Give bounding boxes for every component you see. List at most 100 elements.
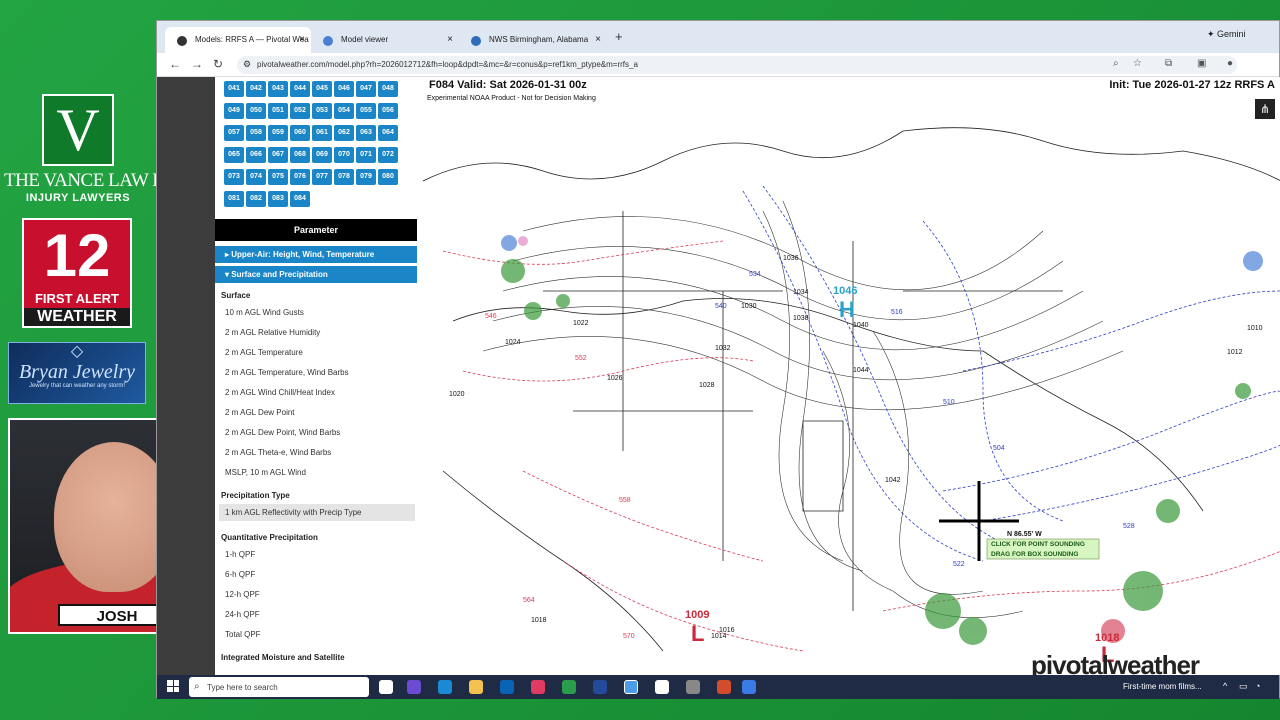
param-item[interactable]: 2 m AGL Theta-e, Wind Barbs [225, 448, 331, 457]
edge-icon[interactable] [438, 680, 452, 694]
forecast-hour-button[interactable]: 048 [378, 81, 398, 97]
param-item[interactable]: 2 m AGL Relative Humidity [225, 328, 320, 337]
forecast-hour-button[interactable]: 055 [356, 103, 376, 119]
forecast-hour-button[interactable]: 050 [246, 103, 266, 119]
forward-icon[interactable]: → [191, 57, 203, 71]
forecast-hour-button[interactable]: 082 [246, 191, 266, 207]
chrome-icon[interactable] [624, 680, 638, 694]
forecast-hour-button[interactable]: 053 [312, 103, 332, 119]
file-explorer-icon[interactable] [469, 680, 483, 694]
forecast-hour-button[interactable]: 064 [378, 125, 398, 141]
zoom-icon[interactable]: ⌕ [1113, 58, 1119, 69]
taskbar-search[interactable]: ⌕ Type here to search [189, 677, 369, 697]
forecast-hour-button[interactable]: 052 [290, 103, 310, 119]
forecast-hour-button[interactable]: 080 [378, 169, 398, 185]
param-item[interactable]: 1-h QPF [225, 550, 255, 559]
param-item[interactable]: 6-h QPF [225, 570, 255, 579]
site-info-icon[interactable]: ⚙ [243, 59, 251, 70]
task-view-icon[interactable] [379, 680, 393, 694]
param-item[interactable]: 2 m AGL Dew Point, Wind Barbs [225, 428, 340, 437]
forecast-hour-button[interactable]: 069 [312, 147, 332, 163]
param-item[interactable]: 2 m AGL Dew Point [225, 408, 295, 417]
forecast-hour-button[interactable]: 059 [268, 125, 288, 141]
tray-chevron-icon[interactable]: ^ [1223, 681, 1227, 691]
forecast-hour-button[interactable]: 046 [334, 81, 354, 97]
app-icon[interactable] [742, 680, 756, 694]
forecast-hour-button[interactable]: 042 [246, 81, 266, 97]
param-item-selected[interactable]: 1 km AGL Reflectivity with Precip Type [219, 504, 415, 521]
forecast-hour-button[interactable]: 054 [334, 103, 354, 119]
forecast-hour-button[interactable]: 056 [378, 103, 398, 119]
category-surface-precip[interactable]: ▾ Surface and Precipitation [215, 265, 417, 283]
tab-model-viewer[interactable]: Model viewer × [311, 27, 459, 53]
settings-icon[interactable] [686, 680, 700, 694]
extensions-icon[interactable]: ⧉ [1165, 58, 1172, 69]
forecast-hour-button[interactable]: 047 [356, 81, 376, 97]
forecast-hour-grid: 041 042 043 044 045 046 047 048049 050 051 052 053 0… [223, 77, 417, 209]
param-item[interactable]: 2 m AGL Wind Chill/Heat Index [225, 388, 335, 397]
forecast-hour-button[interactable]: 076 [290, 169, 310, 185]
share-icon[interactable]: ⋔ [1255, 99, 1275, 119]
param-item[interactable]: 2 m AGL Temperature, Wind Barbs [225, 368, 349, 377]
forecast-hour-button[interactable]: 074 [246, 169, 266, 185]
forecast-hour-button[interactable]: 081 [224, 191, 244, 207]
close-icon[interactable]: × [595, 34, 601, 45]
new-tab-button[interactable]: + [615, 29, 623, 44]
forecast-hour-button[interactable]: 078 [334, 169, 354, 185]
outlook-icon[interactable] [500, 680, 514, 694]
forecast-hour-button[interactable]: 072 [378, 147, 398, 163]
back-icon[interactable]: ← [169, 57, 181, 71]
param-item[interactable]: 24-h QPF [225, 610, 260, 619]
map-canvas[interactable] [423, 91, 1280, 675]
forecast-hour-button[interactable]: 070 [334, 147, 354, 163]
forecast-hour-button[interactable]: 065 [224, 147, 244, 163]
forecast-hour-button[interactable]: 079 [356, 169, 376, 185]
forecast-hour-button[interactable]: 060 [290, 125, 310, 141]
app-icon[interactable] [593, 680, 607, 694]
forecast-hour-button[interactable]: 066 [246, 147, 266, 163]
forecast-hour-button[interactable]: 043 [268, 81, 288, 97]
tab-models[interactable]: Models: RRFS A — Pivotal Wea × [165, 27, 311, 53]
gemini-button[interactable]: ✦ Gemini [1207, 29, 1246, 40]
param-item[interactable]: 10 m AGL Wind Gusts [225, 308, 304, 317]
weather-map[interactable]: F084 Valid: Sat 2026-01-31 00z Init: Tue… [423, 77, 1280, 678]
forecast-hour-button[interactable]: 084 [290, 191, 310, 207]
close-icon[interactable]: × [299, 34, 305, 45]
app-icon[interactable] [562, 680, 576, 694]
forecast-hour-button[interactable]: 083 [268, 191, 288, 207]
close-icon[interactable]: × [447, 34, 453, 45]
param-item[interactable]: 12-h QPF [225, 590, 260, 599]
profile-avatar-icon[interactable]: ● [1227, 58, 1233, 69]
forecast-hour-button[interactable]: 041 [224, 81, 244, 97]
forecast-hour-button[interactable]: 057 [224, 125, 244, 141]
notification-text[interactable]: First-time mom films... [1123, 682, 1202, 691]
split-view-icon[interactable]: ▣ [1197, 58, 1206, 69]
forecast-hour-button[interactable]: 051 [268, 103, 288, 119]
forecast-hour-button[interactable]: 044 [290, 81, 310, 97]
forecast-hour-button[interactable]: 071 [356, 147, 376, 163]
forecast-hour-button[interactable]: 061 [312, 125, 332, 141]
forecast-hour-button[interactable]: 049 [224, 103, 244, 119]
app-icon[interactable] [717, 680, 731, 694]
param-item[interactable]: 2 m AGL Temperature [225, 348, 303, 357]
forecast-hour-button[interactable]: 077 [312, 169, 332, 185]
forecast-hour-button[interactable]: 062 [334, 125, 354, 141]
param-item[interactable]: MSLP, 10 m AGL Wind [225, 468, 306, 477]
tab-nws[interactable]: NWS Birmingham, Alabama × [459, 27, 607, 53]
category-upper-air[interactable]: ▸ Upper-Air: Height, Wind, Temperature [215, 245, 417, 263]
app-icon[interactable] [531, 680, 545, 694]
app-icon[interactable] [655, 680, 669, 694]
forecast-hour-button[interactable]: 068 [290, 147, 310, 163]
bookmark-star-icon[interactable]: ☆ [1133, 58, 1142, 69]
copilot-icon[interactable] [407, 680, 421, 694]
forecast-hour-button[interactable]: 073 [224, 169, 244, 185]
forecast-hour-button[interactable]: 058 [246, 125, 266, 141]
forecast-hour-button[interactable]: 067 [268, 147, 288, 163]
param-item[interactable]: Total QPF [225, 630, 261, 639]
forecast-hour-button[interactable]: 063 [356, 125, 376, 141]
windows-start-icon[interactable] [167, 680, 179, 692]
address-bar[interactable]: ⚙ pivotalweather.com/model.php?rh=202601… [237, 56, 1237, 74]
forecast-hour-button[interactable]: 045 [312, 81, 332, 97]
reload-icon[interactable]: ↻ [213, 57, 223, 71]
forecast-hour-button[interactable]: 075 [268, 169, 288, 185]
